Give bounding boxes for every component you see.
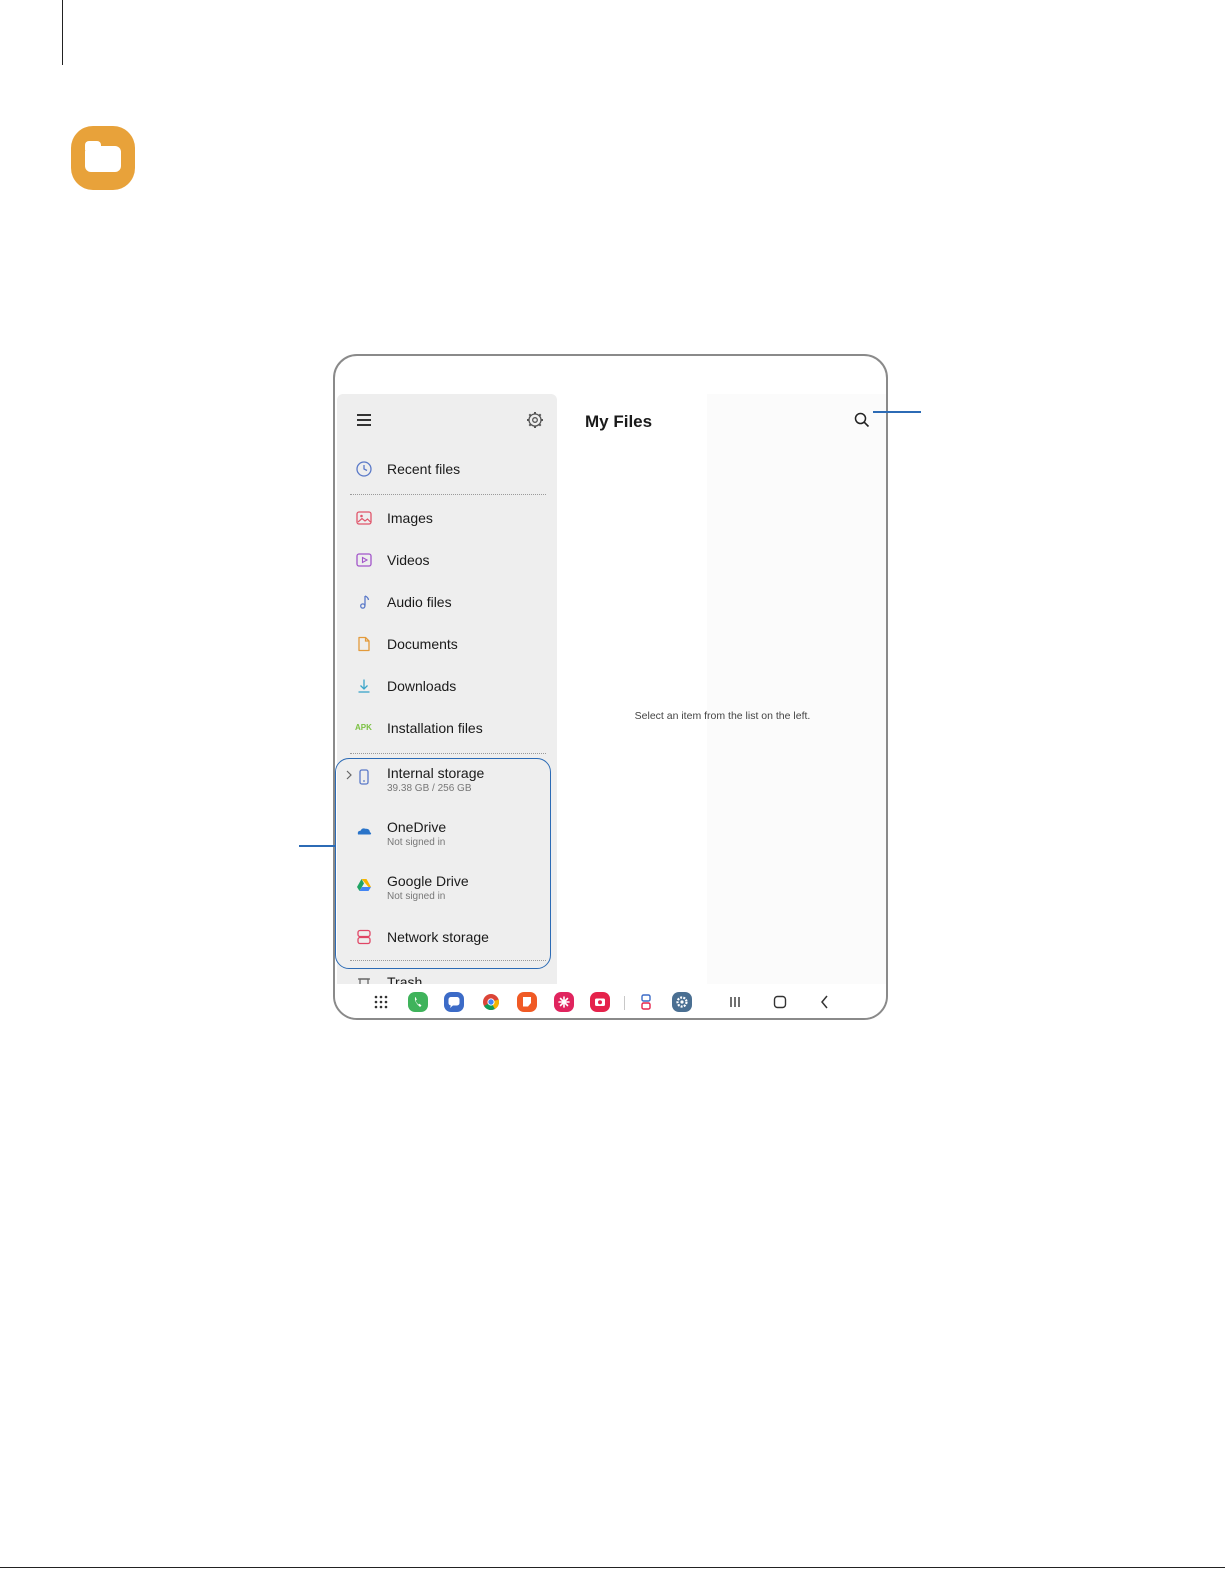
home-icon[interactable] [770,992,790,1012]
hamburger-menu-icon[interactable] [357,414,371,426]
messages-app-icon[interactable] [444,992,464,1012]
content-panel-tint [707,394,886,984]
page-margin-rule [62,0,63,65]
empty-state-message: Select an item from the list on the left… [634,710,811,722]
sidebar-item-label: Documents [387,636,458,652]
apps-grid-icon[interactable] [371,992,391,1012]
sidebar-item-downloads[interactable]: Downloads [337,669,557,705]
divider [350,753,546,754]
sidebar-item-label: Videos [387,552,430,568]
document-icon [358,636,370,652]
sidebar-item-recent-files[interactable]: Recent files [337,452,557,488]
video-icon [356,553,372,567]
divider [350,494,546,495]
sidebar-item-installation-files[interactable]: APK Installation files [337,711,557,747]
sidebar-item-videos[interactable]: Videos [337,543,557,579]
apk-icon: APK [355,723,372,732]
search-icon[interactable] [853,411,871,429]
phone-app-icon[interactable] [408,992,428,1012]
clock-icon [356,461,372,477]
content-panel [557,394,707,984]
back-icon[interactable] [815,992,835,1012]
sidebar-item-label: Downloads [387,678,457,694]
gear-icon[interactable] [525,410,545,430]
sidebar-item-label: Audio files [387,594,452,610]
sidebar-item-label: Recent files [387,461,461,477]
page-title: My Files [585,412,653,431]
bixby-app-icon[interactable] [554,992,574,1012]
dock-separator [624,996,625,1010]
search-callout-line [873,411,921,413]
settings-app-icon[interactable] [672,992,692,1012]
camera-app-icon[interactable] [590,992,610,1012]
notes-app-icon[interactable] [517,992,537,1012]
download-icon [358,679,370,693]
game-launcher-icon[interactable] [636,992,656,1012]
my-files-logo-icon [71,126,135,190]
sidebar-item-audio-files[interactable]: Audio files [337,585,557,621]
storage-callout-line [299,845,336,847]
chrome-app-icon[interactable] [481,992,501,1012]
taskbar [335,984,886,1018]
sidebar-item-images[interactable]: Images [337,501,557,537]
sidebar-item-trash[interactable]: Trash [337,968,557,984]
page-footer-rule [0,1567,1225,1568]
sidebar-item-label: Installation files [387,720,483,736]
trash-icon [358,978,370,984]
image-icon [356,511,372,525]
music-note-icon [360,595,370,609]
storage-locations-callout-box [335,758,551,969]
sidebar-item-label: Trash [387,974,423,984]
recents-icon[interactable] [725,992,745,1012]
sidebar-item-label: Images [387,510,433,526]
sidebar-item-documents[interactable]: Documents [337,627,557,663]
